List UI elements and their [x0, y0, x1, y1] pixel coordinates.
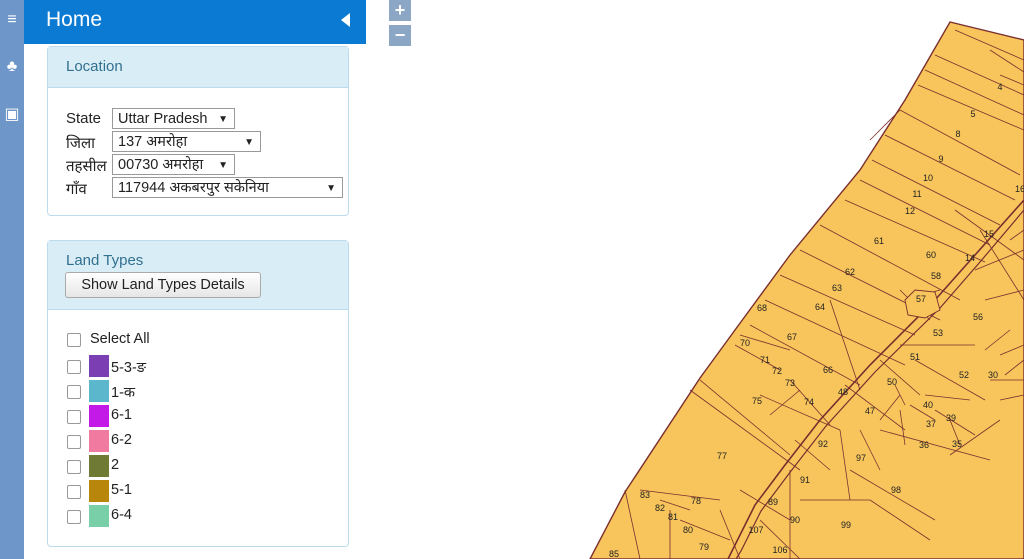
- parcel-label: 71: [760, 355, 770, 365]
- parcel-label: 40: [923, 400, 933, 410]
- parcel-label: 89: [768, 497, 778, 507]
- parcel-label: 37: [926, 419, 936, 429]
- parcel-label: 12: [905, 206, 915, 216]
- parcel-label: 107: [748, 525, 763, 535]
- parcel-label: 64: [815, 302, 825, 312]
- parcel-label: 14: [965, 253, 975, 263]
- parcel-label: 16: [1015, 184, 1024, 194]
- parcel-label: 9: [938, 154, 943, 164]
- cadastral-map[interactable]: 4589101112151416616058626364575653686770…: [0, 0, 1024, 559]
- parcel-label: 74: [804, 397, 814, 407]
- parcel-label: 98: [891, 485, 901, 495]
- parcel-label: 47: [865, 406, 875, 416]
- parcel-label: 30: [988, 370, 998, 380]
- parcel-label: 36: [919, 440, 929, 450]
- parcel-label: 91: [800, 475, 810, 485]
- parcel-label: 97: [856, 453, 866, 463]
- parcel-label: 67: [787, 332, 797, 342]
- parcel-label: 106: [772, 545, 787, 555]
- parcel-label: 75: [752, 396, 762, 406]
- parcel-label: 70: [740, 338, 750, 348]
- parcel-label: 51: [910, 352, 920, 362]
- parcel-label: 60: [926, 250, 936, 260]
- parcel-label: 90: [790, 515, 800, 525]
- parcel-label: 58: [931, 271, 941, 281]
- parcel-label: 79: [699, 542, 709, 552]
- parcel-label: 5: [970, 109, 975, 119]
- parcel-label: 62: [845, 267, 855, 277]
- parcel-label: 15: [984, 229, 994, 239]
- parcel-label: 92: [818, 439, 828, 449]
- parcel-label: 4: [997, 82, 1002, 92]
- parcel-label: 77: [717, 451, 727, 461]
- parcel-label: 53: [933, 328, 943, 338]
- parcel-label: 56: [973, 312, 983, 322]
- parcel-label: 80: [683, 525, 693, 535]
- parcel-label: 10: [923, 173, 933, 183]
- parcel-label: 99: [841, 520, 851, 530]
- parcel-label: 35: [952, 439, 962, 449]
- parcel-label: 50: [887, 377, 897, 387]
- parcel-label: 83: [640, 490, 650, 500]
- parcel-label: 85: [609, 549, 619, 559]
- parcel-label: 81: [668, 512, 678, 522]
- parcel-label: 68: [757, 303, 767, 313]
- parcel-label: 11: [912, 189, 921, 199]
- parcel-label: 78: [691, 496, 701, 506]
- parcel-label: 39: [946, 413, 956, 423]
- parcel-label: 57: [916, 294, 926, 304]
- parcel-label: 63: [832, 283, 842, 293]
- parcel-label: 82: [655, 503, 665, 513]
- parcel-label: 52: [959, 370, 969, 380]
- parcel-label: 66: [823, 365, 833, 375]
- parcel-label: 48: [838, 387, 848, 397]
- parcel-label: 73: [785, 378, 795, 388]
- parcel-label: 72: [772, 366, 782, 376]
- parcel-label: 8: [955, 129, 960, 139]
- parcel-label: 61: [874, 236, 884, 246]
